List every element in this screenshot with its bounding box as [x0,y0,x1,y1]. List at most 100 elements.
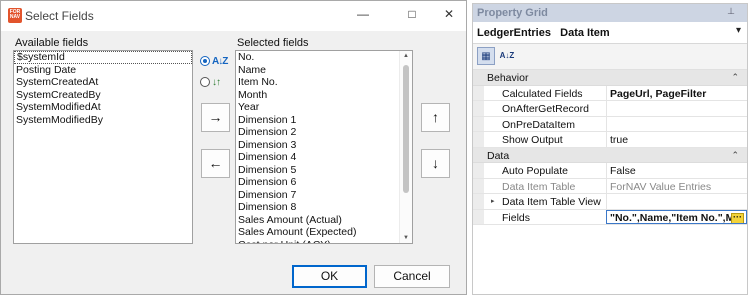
ok-button[interactable]: OK [292,265,367,288]
maximize-icon[interactable]: □ [404,7,420,21]
property-name: Auto Populate [502,165,568,177]
property-value[interactable]: true [606,132,747,147]
property-name: OnPreDataItem [502,118,575,131]
property-value[interactable]: "No.",Name,"Item No.",M ··· [606,209,747,224]
selected-field-item[interactable]: No. [236,51,412,64]
available-field-item[interactable]: Posting Date [14,64,192,77]
scroll-down-icon[interactable]: ▼ [400,235,412,241]
collapse-icon[interactable]: ⌃ [731,150,739,161]
object-type: Data Item [560,27,610,39]
property-row-onaftergetrecord[interactable]: OnAfterGetRecord [473,101,747,117]
property-value-text: PageUrl, PageFilter [610,87,707,100]
property-row-data-item-table[interactable]: Data Item Table ForNAV Value Entries [473,178,747,194]
property-row-auto-populate[interactable]: Auto Populate False [473,163,747,179]
minimize-icon[interactable]: — [355,7,371,21]
category-behavior[interactable]: Behavior ⌃ [473,70,747,86]
property-value[interactable]: ForNAV Value Entries [606,178,747,193]
expand-icon[interactable]: ▸ [491,197,495,205]
property-grid-rows: Behavior ⌃ Calculated Fields PageUrl, PageF… [473,70,747,225]
property-grid-header: Property Grid ⊥ [473,4,747,22]
scroll-thumb[interactable] [403,65,409,193]
selected-field-item[interactable]: Dimension 5 [236,164,412,177]
pin-icon[interactable]: ⊥ [727,6,735,17]
property-name: Show Output [502,134,563,146]
collapse-icon[interactable]: ⌃ [731,72,739,83]
sort-alphabetical-radio[interactable] [200,56,210,66]
selected-field-item[interactable]: Cost per Unit (ACY) [236,239,412,244]
property-name: Calculated Fields [502,87,583,100]
selected-field-item[interactable]: Dimension 2 [236,126,412,139]
sort-az-icon: A↓Z [212,55,228,67]
property-grid-title: Property Grid [477,7,548,19]
property-name: Data Item Table [502,180,576,193]
categorized-view-icon[interactable]: ▦ [477,47,495,65]
selected-fields-list[interactable]: No. Name Item No. Month Year Dimension 1 Dimen… [235,50,413,244]
add-field-button[interactable]: → [201,103,230,132]
selected-field-item[interactable]: Month [236,89,412,102]
selected-field-item[interactable]: Dimension 7 [236,189,412,202]
property-name: OnAfterGetRecord [502,103,589,115]
available-field-item[interactable]: SystemModifiedBy [14,114,192,127]
property-grid-panel: Property Grid ⊥ LedgerEntries Data Item … [472,3,748,295]
sort-field-order-radio[interactable] [200,77,210,87]
alphabetical-sort-icon[interactable]: A↓Z [498,47,516,65]
selected-field-item[interactable]: Dimension 3 [236,139,412,152]
property-value[interactable] [606,116,747,131]
category-data[interactable]: Data ⌃ [473,147,747,163]
move-up-button[interactable]: ↑ [421,103,450,132]
row-gutter [473,101,484,116]
object-selector-label: LedgerEntries Data Item [477,27,610,39]
available-fields-label: Available fields [15,37,89,49]
property-value[interactable] [606,194,747,209]
property-row-show-output[interactable]: Show Output true [473,132,747,148]
selected-field-item[interactable]: Name [236,64,412,77]
available-field-item[interactable]: SystemModifiedAt [14,101,192,114]
fornav-app-icon: FOR NAV [8,8,22,23]
property-row-calculated-fields[interactable]: Calculated Fields PageUrl, PageFilter [473,85,747,101]
remove-field-button[interactable]: ← [201,149,230,178]
category-label: Behavior [487,72,529,84]
property-value[interactable] [606,101,747,116]
available-fields-list[interactable]: $systemId Posting Date SystemCreatedAt Syst… [13,50,193,244]
scroll-up-icon[interactable]: ▲ [400,53,412,59]
close-icon[interactable]: ✕ [441,7,457,21]
property-row-data-item-table-view[interactable]: ▸ Data Item Table View [473,194,747,210]
object-selector[interactable]: LedgerEntries Data Item ▾ [473,22,747,44]
selected-field-item[interactable]: Dimension 4 [236,151,412,164]
available-field-item[interactable]: $systemId [14,51,192,64]
selected-fields-label: Selected fields [237,37,309,49]
row-gutter [473,132,484,147]
row-gutter [473,163,484,178]
selected-field-item[interactable]: Item No. [236,76,412,89]
sort-order-icon: ↓↑ [212,76,221,88]
selected-field-item[interactable]: Dimension 1 [236,114,412,127]
cancel-button[interactable]: Cancel [374,265,450,288]
selected-field-item[interactable]: Year [236,101,412,114]
sort-field-order-option[interactable]: ↓↑ [200,75,221,89]
ellipsis-button[interactable]: ··· [731,212,744,224]
row-gutter [473,85,484,100]
available-field-item[interactable]: SystemCreatedBy [14,89,192,102]
property-value[interactable]: False [606,163,747,178]
selected-field-item[interactable]: Sales Amount (Actual) [236,214,412,227]
move-down-button[interactable]: ↓ [421,149,450,178]
property-row-onpredataitem[interactable]: OnPreDataItem [473,116,747,132]
property-value-text: true [610,134,629,146]
selected-field-item[interactable]: Sales Amount (Expected) [236,226,412,239]
chevron-down-icon[interactable]: ▾ [736,25,741,36]
selected-field-item[interactable]: Dimension 6 [236,176,412,189]
category-label: Data [487,149,510,162]
row-gutter [473,178,484,193]
property-grid-toolbar: ▦ A↓Z [473,44,747,70]
property-value-text: False [610,165,636,177]
property-value[interactable]: PageUrl, PageFilter [606,85,747,100]
selected-fields-scrollbar[interactable]: ▲ ▼ [399,51,412,243]
dialog-titlebar: FOR NAV Select Fields — □ ✕ [1,1,466,31]
sort-alphabetical-option[interactable]: A↓Z [200,54,228,68]
selected-field-item[interactable]: Dimension 8 [236,201,412,214]
property-row-fields[interactable]: Fields "No.",Name,"Item No.",M ··· [473,209,747,225]
dialog-title: Select Fields [25,9,94,23]
row-gutter [473,209,484,224]
object-name: LedgerEntries [477,27,551,39]
available-field-item[interactable]: SystemCreatedAt [14,76,192,89]
